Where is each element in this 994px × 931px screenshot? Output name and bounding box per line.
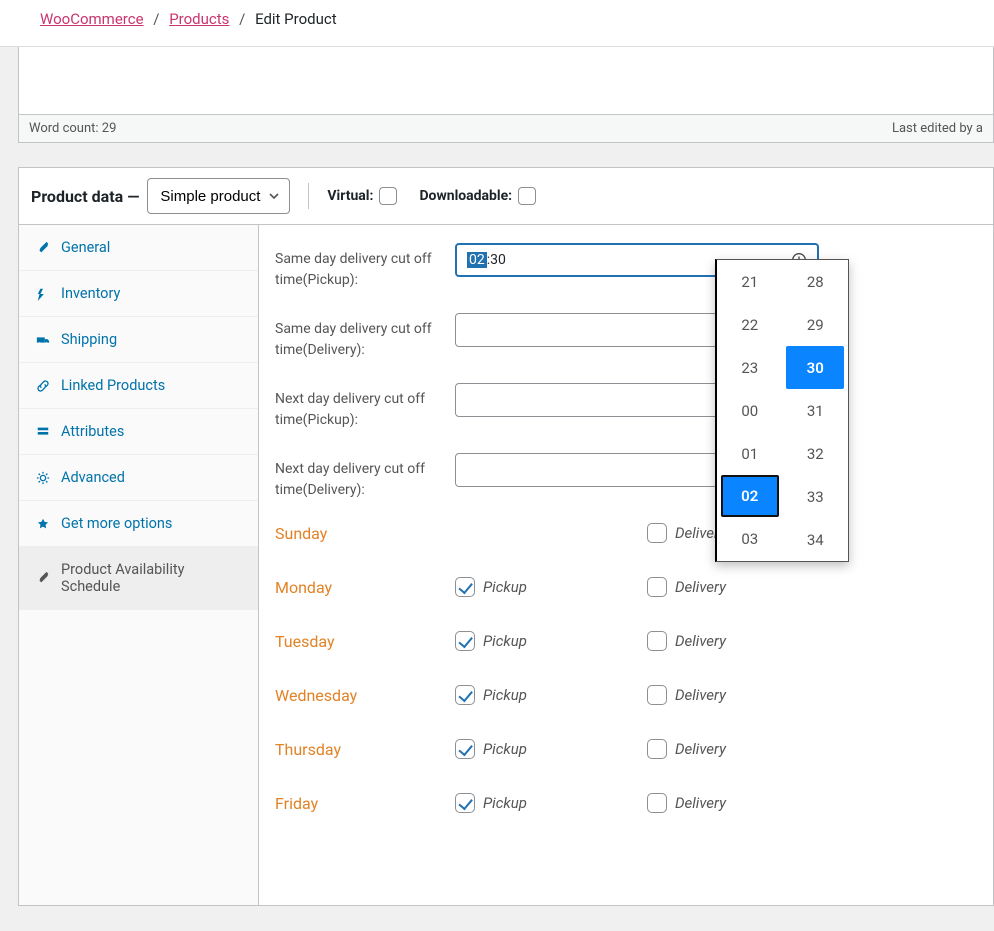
hour-option[interactable]: 00 <box>721 389 779 432</box>
minute-option[interactable]: 31 <box>786 389 844 432</box>
tab-label: Linked Products <box>61 377 165 394</box>
day-row-thursday: Thursday Pickup Delivery <box>275 739 977 759</box>
day-row-sunday: SundayDelivery <box>275 523 977 543</box>
pickup-checkbox[interactable] <box>455 739 475 759</box>
getmore-icon <box>35 516 51 532</box>
time-picker-dropdown[interactable]: 21222300010203 28293031323334 <box>715 259 849 562</box>
tab-label: Product Availability Schedule <box>61 561 242 595</box>
day-name: Monday <box>275 578 455 597</box>
hour-option[interactable]: 02 <box>721 475 779 517</box>
breadcrumb-sep: / <box>147 10 165 28</box>
minute-option[interactable]: 28 <box>786 260 844 303</box>
tab-label: Attributes <box>61 423 124 440</box>
pickup-checkbox[interactable] <box>455 577 475 597</box>
breadcrumb-current: Edit Product <box>255 10 337 28</box>
word-count: Word count: 29 <box>29 121 116 136</box>
inventory-icon <box>35 286 51 302</box>
product-data-tabs: General Inventory Shipping Linked Products A… <box>19 225 259 905</box>
tab-label: Get more options <box>61 515 172 532</box>
hour-option[interactable]: 23 <box>721 346 779 389</box>
advanced-icon <box>35 470 51 486</box>
hour-option[interactable]: 21 <box>721 260 779 303</box>
general-icon <box>35 240 51 256</box>
tab-general[interactable]: General <box>19 225 258 271</box>
tab-linked[interactable]: Linked Products <box>19 363 258 409</box>
downloadable-label: Downloadable: <box>419 188 512 204</box>
delivery-label: Delivery <box>675 578 726 596</box>
pickup-label: Pickup <box>483 740 527 758</box>
hour-option[interactable]: 22 <box>721 303 779 346</box>
minute-option[interactable]: 33 <box>786 475 844 518</box>
panel-title: Product data — <box>31 187 139 206</box>
tab-attributes[interactable]: Attributes <box>19 409 258 455</box>
attributes-icon <box>35 424 51 440</box>
delivery-label: Delivery <box>675 686 726 704</box>
shipping-icon <box>35 332 51 348</box>
field-label-cutoff-pickup-same: Same day delivery cut off time(Pickup): <box>275 243 455 291</box>
pickup-label: Pickup <box>483 794 527 812</box>
product-data-panel: Product data — Simple product Virtual: D… <box>18 167 994 906</box>
schedule-icon <box>35 570 51 586</box>
delivery-label: Delivery <box>675 794 726 812</box>
breadcrumb-section[interactable]: Products <box>169 10 229 28</box>
tab-advanced[interactable]: Advanced <box>19 455 258 501</box>
field-label-cutoff-delivery-same: Same day delivery cut off time(Delivery)… <box>275 313 455 361</box>
hour-option[interactable]: 03 <box>721 517 779 560</box>
minute-option[interactable]: 29 <box>786 303 844 346</box>
delivery-checkbox[interactable] <box>647 685 667 705</box>
day-row-tuesday: Tuesday Pickup Delivery <box>275 631 977 651</box>
editor-area <box>18 47 994 115</box>
delivery-checkbox[interactable] <box>647 793 667 813</box>
delivery-checkbox[interactable] <box>647 739 667 759</box>
product-data-header: Product data — Simple product Virtual: D… <box>19 168 993 225</box>
downloadable-checkbox[interactable] <box>518 187 536 205</box>
tab-getmore[interactable]: Get more options <box>19 501 258 547</box>
pickup-label: Pickup <box>483 632 527 650</box>
product-type-select[interactable]: Simple product <box>147 178 290 214</box>
day-row-monday: Monday Pickup Delivery <box>275 577 977 597</box>
day-name: Tuesday <box>275 632 455 651</box>
day-name: Friday <box>275 794 455 813</box>
tab-schedule[interactable]: Product Availability Schedule <box>19 547 258 610</box>
hour-option[interactable]: 01 <box>721 432 779 475</box>
delivery-label: Delivery <box>675 632 726 650</box>
day-name: Sunday <box>275 524 455 543</box>
breadcrumb-root[interactable]: WooCommerce <box>40 10 144 28</box>
virtual-checkbox[interactable] <box>379 187 397 205</box>
minute-option[interactable]: 34 <box>786 518 844 561</box>
breadcrumb-sep: / <box>233 10 251 28</box>
delivery-checkbox[interactable] <box>647 631 667 651</box>
last-edited: Last edited by a <box>892 121 983 136</box>
delivery-label: Delivery <box>675 740 726 758</box>
minute-option[interactable]: 30 <box>786 346 844 389</box>
tab-label: General <box>61 239 110 256</box>
delivery-checkbox[interactable] <box>647 577 667 597</box>
pickup-label: Pickup <box>483 686 527 704</box>
linked-icon <box>35 378 51 394</box>
tab-label: Shipping <box>61 331 117 348</box>
pickup-checkbox[interactable] <box>455 631 475 651</box>
pickup-checkbox[interactable] <box>455 685 475 705</box>
day-row-friday: Friday Pickup Delivery <box>275 793 977 813</box>
divider <box>308 183 309 209</box>
day-row-wednesday: Wednesday Pickup Delivery <box>275 685 977 705</box>
field-label-cutoff-delivery-next: Next day delivery cut off time(Delivery)… <box>275 453 455 501</box>
pickup-label: Pickup <box>483 578 527 596</box>
field-label-cutoff-pickup-next: Next day delivery cut off time(Pickup): <box>275 383 455 431</box>
breadcrumb: WooCommerce / Products / Edit Product <box>0 0 994 47</box>
day-name: Wednesday <box>275 686 455 705</box>
schedule-panel: Same day delivery cut off time(Pickup): … <box>259 225 993 905</box>
virtual-label: Virtual: <box>327 188 373 204</box>
status-bar: Word count: 29 Last edited by a <box>18 115 994 143</box>
tab-label: Inventory <box>61 285 120 302</box>
delivery-checkbox[interactable] <box>647 523 667 543</box>
tab-shipping[interactable]: Shipping <box>19 317 258 363</box>
pickup-checkbox[interactable] <box>455 793 475 813</box>
tab-label: Advanced <box>61 469 125 486</box>
time-value: 02:30 <box>467 252 506 268</box>
minute-option[interactable]: 32 <box>786 432 844 475</box>
day-name: Thursday <box>275 740 455 759</box>
tab-inventory[interactable]: Inventory <box>19 271 258 317</box>
